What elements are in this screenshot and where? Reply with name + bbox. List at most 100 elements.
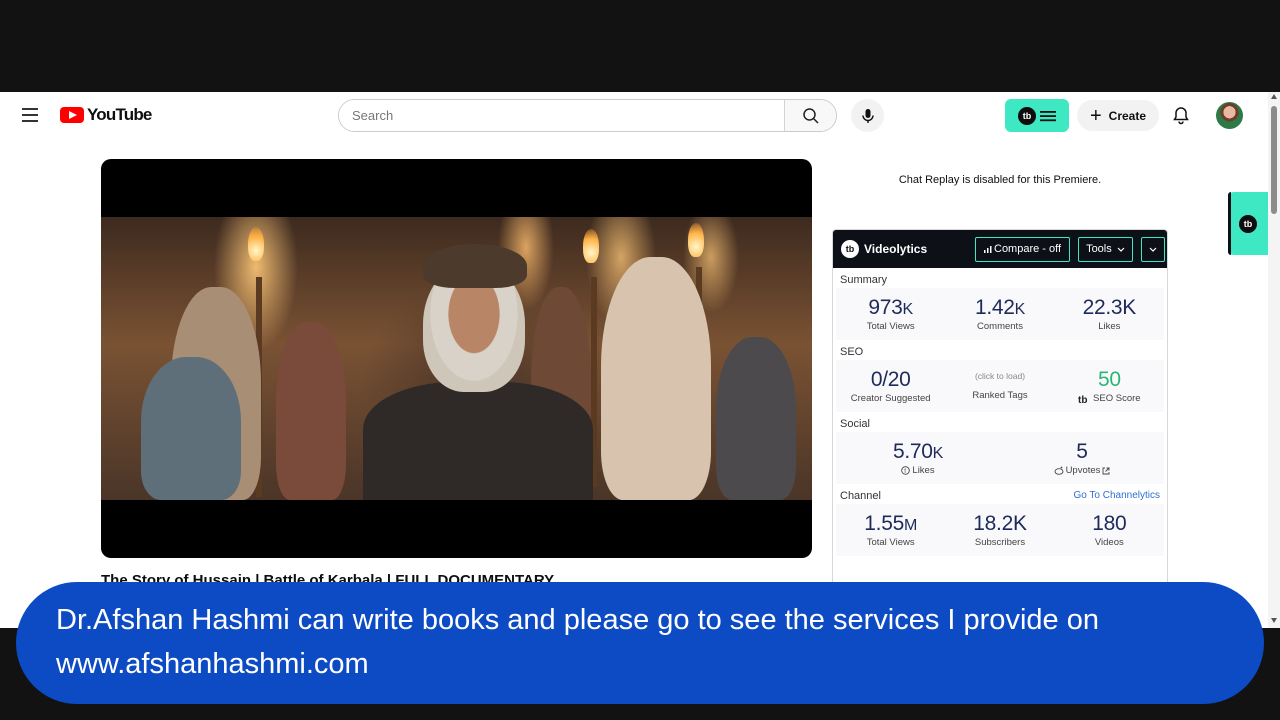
- videolytics-brand: tb Videolytics: [841, 240, 969, 258]
- channel-section-title: Channel Go To Channelytics: [833, 484, 1167, 504]
- stat-videos: 180 Videos: [1055, 504, 1164, 556]
- collapse-button[interactable]: [1140, 236, 1165, 262]
- stat-value: 5: [1076, 440, 1088, 463]
- videolytics-title: Videolytics: [864, 242, 928, 256]
- facebook-icon: f: [901, 466, 911, 475]
- go-to-channelytics-link[interactable]: Go To Channelytics: [1073, 490, 1160, 501]
- seo-stats: 0/20 Creator Suggested (click to load) R…: [836, 360, 1164, 412]
- bar-chart-icon: [984, 246, 992, 253]
- stat-label: Ranked Tags: [972, 390, 1028, 401]
- stat-comments: 1.42K Comments: [945, 288, 1054, 340]
- notifications-bell-icon[interactable]: [1171, 105, 1191, 125]
- stat-creator-suggested[interactable]: 0/20 Creator Suggested: [836, 360, 945, 412]
- compare-label: Compare - off: [994, 243, 1062, 255]
- torch-flame: [248, 227, 264, 261]
- stat-label: Creator Suggested: [850, 393, 931, 404]
- channel-title: Channel: [840, 490, 881, 502]
- stat-total-views: 973K Total Views: [836, 288, 945, 340]
- stat-label: Likes: [912, 465, 935, 476]
- page-scrollbar[interactable]: [1268, 92, 1280, 628]
- stat-subscribers: 18.2K Subscribers: [945, 504, 1054, 556]
- scroll-down-arrow-icon[interactable]: [1271, 618, 1277, 623]
- tubebuddy-side-tab[interactable]: tb: [1228, 192, 1268, 255]
- stat-value: 1.42: [974, 296, 1015, 319]
- plus-icon: +: [1089, 104, 1102, 127]
- stat-unit: M: [903, 517, 918, 534]
- stat-label: Likes: [1098, 321, 1121, 332]
- social-section-title: Social: [840, 418, 870, 430]
- stat-label: SEO Score: [1093, 393, 1141, 404]
- chat-replay-note: Chat Replay is disabled for this Premier…: [898, 174, 1102, 186]
- microphone-icon: [861, 108, 874, 123]
- stat-label: Videos: [1094, 537, 1124, 548]
- videolytics-panel: tb Videolytics Compare - off Tools Summa…: [832, 229, 1168, 628]
- video-frame: [101, 217, 812, 500]
- social-stats: 5.70K f Likes 5 Upvotes: [836, 432, 1164, 484]
- promo-banner: Dr.Afshan Hashmi can write books and ple…: [16, 582, 1264, 704]
- stat-label: Upvotes: [1065, 465, 1101, 476]
- stat-value: 5.70: [892, 440, 933, 463]
- tubebuddy-logo-icon: tb: [1239, 214, 1257, 233]
- video-player[interactable]: [101, 159, 812, 558]
- stat-value: 0/20: [870, 368, 911, 391]
- stat-unit: K: [932, 445, 944, 462]
- letterbox-top: [0, 0, 1280, 92]
- stat-value: 1.55: [864, 512, 904, 535]
- tools-label: Tools: [1086, 243, 1112, 255]
- youtube-play-icon: [60, 107, 84, 123]
- videolytics-header: tb Videolytics Compare - off Tools: [833, 230, 1167, 268]
- account-avatar[interactable]: [1216, 102, 1243, 129]
- tubebuddy-logo-icon: tb: [841, 240, 859, 258]
- compare-toggle-button[interactable]: Compare - off: [975, 236, 1071, 262]
- stat-seo-score[interactable]: 50 tb SEO Score: [1055, 360, 1164, 412]
- stat-value: 22.3K: [1082, 296, 1137, 319]
- search-box: [338, 99, 837, 132]
- search-icon: [802, 107, 819, 124]
- stat-value: 18.2K: [973, 512, 1027, 535]
- background-figure: [716, 337, 796, 500]
- chevron-down-icon: [1117, 247, 1125, 252]
- logo-text: YouTube: [87, 105, 152, 124]
- stat-unit: K: [902, 301, 914, 318]
- tubebuddy-small-icon: tb: [1078, 395, 1087, 404]
- summary-stats: 973K Total Views 1.42K Comments 22.3K Li…: [836, 288, 1164, 340]
- tools-dropdown[interactable]: Tools: [1078, 236, 1133, 262]
- list-icon: [1040, 110, 1056, 121]
- stat-ranked-tags[interactable]: (click to load) Ranked Tags: [945, 360, 1054, 412]
- menu-icon[interactable]: [22, 108, 38, 122]
- stat-value: 973: [868, 296, 903, 319]
- tubebuddy-logo-icon: tb: [1018, 106, 1036, 125]
- background-figure: [141, 357, 241, 500]
- scroll-up-arrow-icon[interactable]: [1271, 94, 1277, 99]
- background-figure: [601, 257, 711, 500]
- search-input[interactable]: [339, 100, 784, 131]
- torch-flame: [688, 223, 704, 257]
- youtube-page: YouTube tb + Create: [0, 92, 1280, 628]
- reddit-icon: [1054, 466, 1064, 475]
- stat-label: Comments: [977, 321, 1023, 332]
- channel-stats: 1.55M Total Views 18.2K Subscribers 180 …: [836, 504, 1164, 556]
- voice-search-button[interactable]: [851, 99, 884, 132]
- create-button[interactable]: + Create: [1077, 100, 1159, 131]
- turban: [423, 244, 527, 288]
- stat-value: 180: [1092, 512, 1127, 535]
- youtube-logo[interactable]: YouTube: [60, 105, 152, 125]
- external-link-icon[interactable]: [1102, 467, 1110, 475]
- stat-likes: 22.3K Likes: [1055, 288, 1164, 340]
- seo-section-title: SEO: [840, 346, 864, 358]
- create-label: Create: [1108, 108, 1147, 123]
- chevron-down-icon: [1149, 247, 1157, 252]
- stat-value: 50: [1097, 368, 1121, 391]
- tubebuddy-menu-button[interactable]: tb: [1005, 99, 1069, 132]
- torch-flame: [583, 229, 599, 263]
- stat-unit: K: [1014, 301, 1026, 318]
- stat-label: Subscribers: [974, 537, 1026, 548]
- scroll-thumb[interactable]: [1271, 106, 1277, 214]
- stat-upvotes: 5 Upvotes: [1000, 432, 1164, 484]
- screen: YouTube tb + Create: [0, 0, 1280, 720]
- stat-label: Total Views: [866, 321, 915, 332]
- background-figure: [276, 322, 346, 500]
- summary-section-title: Summary: [840, 274, 888, 286]
- search-button[interactable]: [784, 100, 836, 131]
- promo-banner-text: Dr.Afshan Hashmi can write books and ple…: [56, 604, 1099, 680]
